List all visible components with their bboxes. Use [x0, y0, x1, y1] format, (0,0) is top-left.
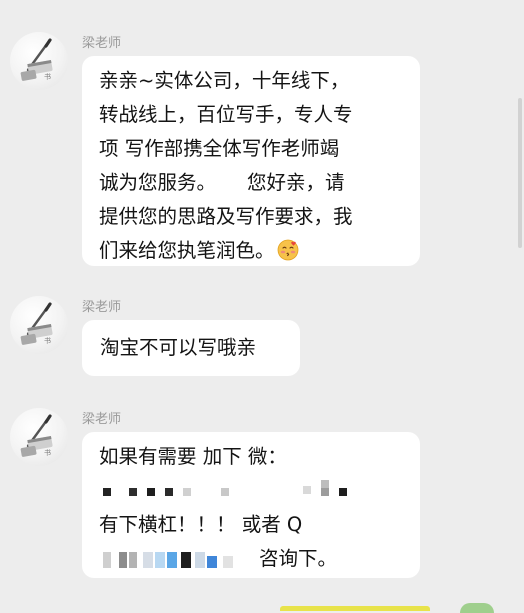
message-line: 亲亲~实体公司，十年线下， [99, 69, 350, 92]
calligraphy-brush-avatar-icon: 书 [20, 38, 53, 81]
sticker-icon[interactable] [460, 603, 494, 613]
pixelation-block [321, 488, 329, 496]
pixelation-block [155, 552, 165, 568]
pixelation-block [339, 488, 347, 496]
calligraphy-brush-avatar-icon: 书 [20, 302, 53, 345]
redacted-contact-row [99, 474, 420, 508]
pixelation-block [129, 552, 137, 568]
message-line: 如果有需要 加下 微： [99, 445, 287, 468]
pixelation-block [129, 488, 137, 496]
pixelation-block [103, 488, 111, 496]
pixelation-block [143, 552, 153, 568]
pixelation-block [195, 552, 205, 568]
message-line: 项 写作部携全体写作老师竭 [99, 137, 340, 160]
sender-avatar[interactable]: 书 [10, 32, 68, 90]
pixelation-block [321, 480, 329, 488]
message-line: 转战线上，百位写手，专人专 [99, 103, 353, 126]
sender-name: 梁老师 [82, 412, 122, 427]
sender-name: 梁老师 [82, 36, 122, 51]
pixelation-block [221, 488, 229, 496]
pixelation-block [207, 556, 217, 568]
pixelation-block [167, 552, 177, 568]
chat-area: 书 梁老师 亲亲~实体公司，十年线下， 转战线上，百位写手，专人专 项 写作部携… [0, 0, 524, 613]
blushing-kiss-emoji-icon [277, 238, 299, 261]
svg-text:书: 书 [44, 336, 51, 345]
pixelation-block [103, 552, 111, 568]
message-bubble[interactable]: 亲亲~实体公司，十年线下， 转战线上，百位写手，专人专 项 写作部携全体写作老师… [82, 56, 420, 266]
message-bubble[interactable]: 淘宝不可以写哦亲 [82, 320, 300, 376]
pixelation-block [181, 552, 191, 568]
message-line: 提供您的思路及写作要求，我 [99, 205, 353, 228]
message-line: 诚为您服务。 您好亲，请 [99, 171, 345, 194]
input-bar-edge [280, 606, 430, 611]
message-line: 淘宝不可以写哦亲 [100, 336, 257, 359]
scrollbar-thumb[interactable] [518, 98, 522, 248]
sender-name: 梁老师 [82, 300, 122, 315]
message-bubble[interactable]: 如果有需要 加下 微： 有下横杠！！！ 或者 Q 咨询下。 [82, 432, 420, 578]
message-line: 有下横杠！！！ 或者 Q [99, 513, 303, 536]
svg-text:书: 书 [44, 448, 51, 457]
pixelation-block [303, 486, 311, 494]
sender-avatar[interactable]: 书 [10, 296, 68, 354]
calligraphy-brush-avatar-icon: 书 [20, 414, 53, 457]
pixelation-block [119, 552, 127, 568]
message-line: 咨询下。 [259, 547, 338, 570]
pixelation-block [147, 488, 155, 496]
message-line: 们来给您执笔润色。 [99, 239, 275, 262]
pixelation-block [183, 488, 191, 496]
pixelation-block [223, 556, 233, 568]
sender-avatar[interactable]: 书 [10, 408, 68, 466]
svg-text:书: 书 [44, 72, 51, 81]
pixelation-block [165, 488, 173, 496]
redacted-contact-row: 咨询下。 [99, 542, 420, 576]
message-line-with-emoji: 们来给您执笔润色。 [99, 234, 420, 268]
